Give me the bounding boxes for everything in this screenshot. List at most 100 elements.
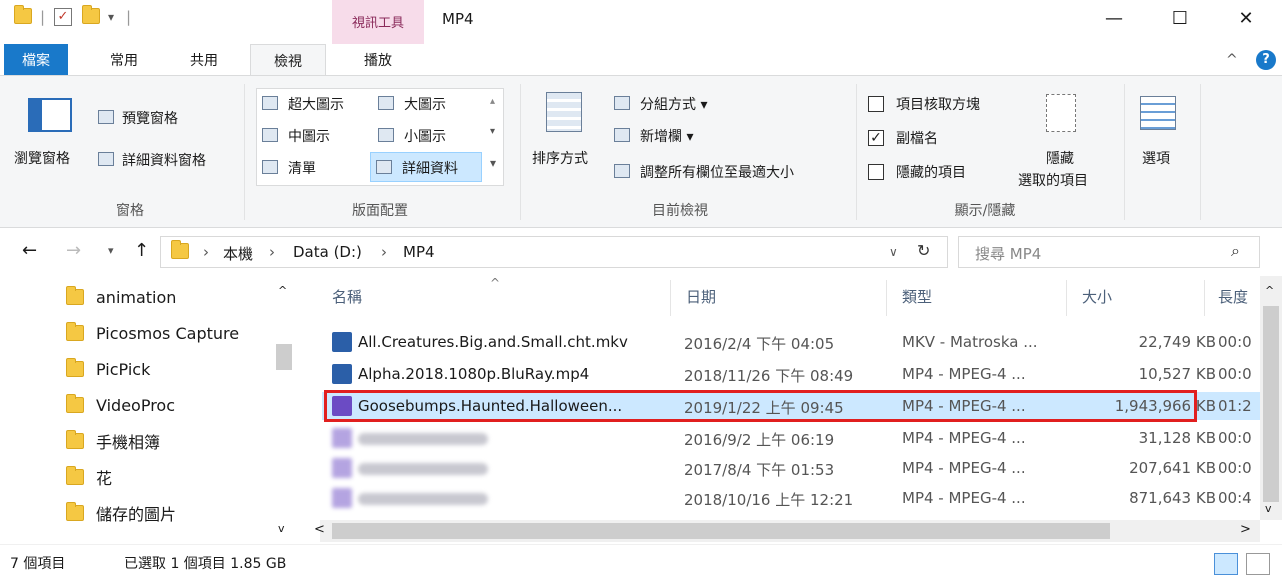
forward-arrow-icon[interactable]: → [66, 240, 81, 261]
table-row[interactable]: 2018/10/16 上午 12:21 MP4 - MPEG-4 ... 871… [322, 484, 1262, 512]
address-field[interactable]: › 本機 › Data (D:) › MP4 ∨ ↻ [160, 236, 948, 268]
file-length: 00:0 [1218, 459, 1252, 477]
scroll-down-icon[interactable]: v [278, 522, 285, 535]
crumb-this-pc[interactable]: 本機 [223, 243, 253, 264]
column-header-type[interactable]: 類型 [902, 286, 932, 307]
scroll-up-icon[interactable]: ^ [1265, 284, 1274, 297]
up-arrow-icon[interactable]: ↑ [134, 240, 149, 261]
column-divider[interactable] [670, 280, 671, 316]
tab-share[interactable]: 共用 [172, 44, 236, 76]
list-scroll-thumb[interactable] [1263, 306, 1279, 502]
maximize-button[interactable]: ☐ [1148, 0, 1212, 36]
layout-large[interactable]: 大圖示 [404, 94, 446, 114]
column-header-length[interactable]: 長度 [1218, 286, 1248, 307]
search-icon[interactable]: ⌕ [1231, 241, 1240, 261]
size-columns-icon [614, 164, 630, 182]
close-button[interactable]: ✕ [1214, 0, 1278, 36]
preview-pane-button[interactable]: 預覽窗格 [122, 108, 178, 128]
scroll-left-icon[interactable]: < [314, 522, 325, 537]
help-icon[interactable]: ? [1256, 50, 1276, 70]
nav-item[interactable]: 儲存的圖片 [66, 500, 176, 526]
layout-details[interactable]: 詳細資料 [402, 158, 458, 178]
file-name-blurred [358, 433, 488, 445]
crumb-drive[interactable]: Data (D:) [293, 243, 362, 261]
tab-home[interactable]: 常用 [92, 44, 156, 76]
nav-item-label: 手機相簿 [96, 433, 161, 452]
table-row[interactable]: All.Creatures.Big.and.Small.cht.mkv 2016… [322, 328, 1262, 356]
list-horizontal-scrollbar[interactable]: < > [314, 520, 1260, 542]
table-row[interactable]: Alpha.2018.1080p.BluRay.mp4 2018/11/26 下… [322, 360, 1262, 388]
table-row[interactable]: 2017/8/4 下午 01:53 MP4 - MPEG-4 ... 207,6… [322, 454, 1262, 482]
column-header-size[interactable]: 大小 [1082, 286, 1112, 307]
horizontal-scroll-thumb[interactable] [332, 523, 1110, 539]
nav-scroll-thumb[interactable] [276, 344, 292, 370]
search-field[interactable]: 搜尋 MP4 ⌕ [958, 236, 1260, 268]
gallery-more-icon[interactable]: ▾ [490, 156, 496, 170]
sort-by-button[interactable]: 排序方式 [532, 148, 588, 168]
file-type: MKV - Matroska ... [902, 333, 1038, 351]
scroll-right-icon[interactable]: > [1240, 522, 1251, 537]
details-pane-button[interactable]: 詳細資料窗格 [122, 150, 206, 170]
quick-access-folder-icon[interactable] [14, 5, 32, 30]
search-placeholder: 搜尋 MP4 [975, 245, 1042, 263]
column-header-name[interactable]: 名稱 [332, 286, 362, 307]
file-date: 2016/2/4 下午 04:05 [684, 335, 835, 353]
column-divider[interactable] [1204, 280, 1205, 316]
large-icons-view-icon[interactable] [1246, 553, 1270, 575]
navigation-pane-icon[interactable] [28, 98, 72, 132]
hidden-items-checkbox[interactable] [868, 164, 884, 184]
gallery-down-icon[interactable]: ▾ [490, 126, 495, 137]
table-row[interactable]: 2016/9/2 上午 06:19 MP4 - MPEG-4 ... 31,12… [322, 424, 1262, 452]
file-type: MP4 - MPEG-4 ... [902, 429, 1026, 447]
gallery-up-icon[interactable]: ▴ [490, 96, 495, 107]
options-button[interactable]: 選項 [1142, 148, 1170, 168]
refresh-icon[interactable]: ↻ [917, 241, 930, 260]
column-divider[interactable] [886, 280, 887, 316]
file-name: Alpha.2018.1080p.BluRay.mp4 [358, 365, 590, 383]
column-divider[interactable] [1066, 280, 1067, 316]
scroll-down-icon[interactable]: v [1265, 502, 1272, 515]
details-view-icon[interactable] [1214, 553, 1238, 575]
file-name-blurred [358, 493, 488, 505]
layout-extra-large[interactable]: 超大圖示 [288, 94, 344, 114]
tab-view[interactable]: 檢視 [250, 44, 326, 76]
scroll-up-icon[interactable]: ^ [278, 284, 287, 297]
column-header-date[interactable]: 日期 [686, 286, 716, 307]
folder-icon [66, 358, 84, 377]
minimize-button[interactable]: — [1082, 0, 1146, 36]
recent-locations-chevron-icon[interactable]: ▾ [108, 244, 114, 257]
tab-play[interactable]: 播放 [336, 44, 420, 76]
group-by-button[interactable]: 分組方式 ▾ [640, 94, 707, 114]
layout-medium[interactable]: 中圖示 [288, 126, 330, 146]
nav-item[interactable]: animation [66, 284, 176, 310]
add-columns-button[interactable]: 新增欄 ▾ [640, 126, 693, 146]
hide-selected-line2[interactable]: 選取的項目 [1018, 170, 1088, 190]
layout-small[interactable]: 小圖示 [404, 126, 446, 146]
tab-file[interactable]: 檔案 [4, 44, 68, 76]
nav-item[interactable]: Picosmos Capture [66, 320, 239, 346]
small-icons-icon [378, 128, 394, 146]
nav-item[interactable]: 手機相簿 [66, 428, 160, 454]
item-checkboxes-checkbox[interactable] [868, 96, 884, 116]
navigation-pane-button[interactable]: 瀏覽窗格 [14, 148, 70, 168]
address-history-chevron-icon[interactable]: ∨ [889, 245, 898, 259]
file-extensions-checkbox[interactable]: ✓ [868, 130, 884, 146]
list-vertical-scrollbar[interactable]: ^ v [1260, 276, 1282, 520]
properties-check-icon[interactable]: ✓ [54, 8, 72, 26]
layout-list[interactable]: 清單 [288, 158, 316, 178]
crumb-folder[interactable]: MP4 [403, 243, 435, 261]
nav-scrollbar[interactable]: ^ v [272, 276, 296, 540]
nav-item[interactable]: 花 [66, 464, 112, 490]
nav-item[interactable]: PicPick [66, 356, 150, 382]
ribbon-divider [1124, 84, 1125, 220]
back-arrow-icon[interactable]: ← [22, 240, 37, 261]
title-bar: | ✓ ▾ | 視訊工具 MP4 — ☐ ✕ [0, 0, 1282, 44]
new-folder-icon[interactable] [82, 5, 100, 30]
nav-item[interactable]: VideoProc [66, 392, 175, 418]
size-columns-button[interactable]: 調整所有欄位至最適大小 [640, 162, 794, 182]
collapse-ribbon-icon[interactable]: ^ [1226, 52, 1238, 68]
qa-customize-icon[interactable]: ▾ [108, 10, 114, 24]
folder-icon [171, 240, 189, 259]
mkv-file-icon [332, 332, 352, 352]
hide-selected-line1[interactable]: 隱藏 [1046, 148, 1074, 168]
